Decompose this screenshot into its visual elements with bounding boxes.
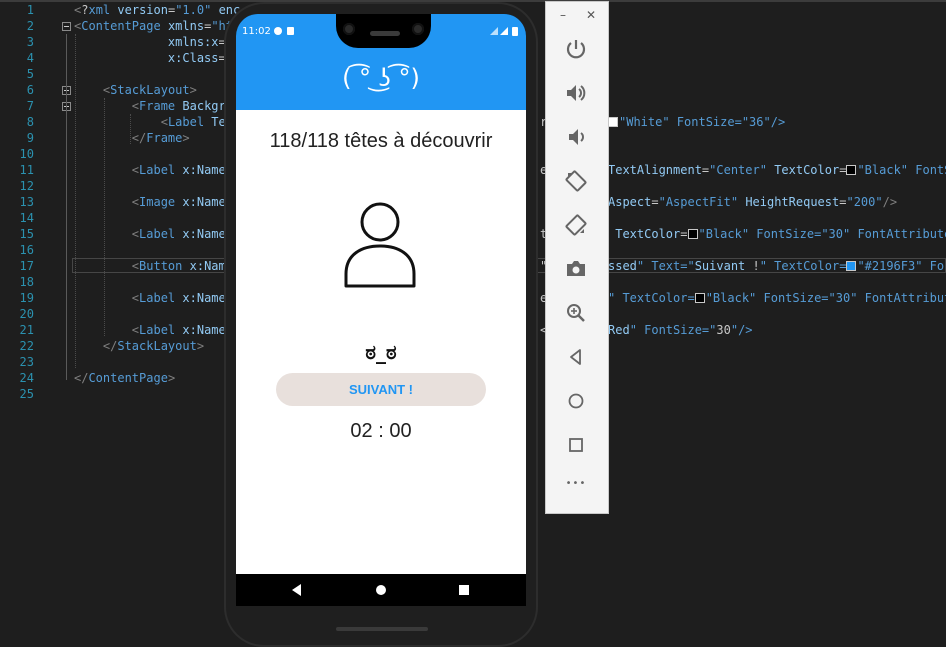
header-title: ( ͡° ͜ʖ ͡°) — [342, 64, 420, 92]
signal-battery-icons — [490, 27, 518, 36]
line-number: 5 — [26, 67, 34, 81]
close-icon[interactable]: ✕ — [586, 8, 596, 22]
back-icon[interactable] — [564, 345, 588, 369]
line-number: 18 — [19, 275, 34, 289]
color-swatch — [846, 165, 857, 175]
code-line: <Label x:Name= — [131, 227, 233, 241]
line-number: 11 — [19, 163, 34, 177]
overview-icon[interactable] — [564, 433, 588, 457]
line-number: 2 — [26, 19, 34, 33]
code-line: xmlns:x=" — [167, 35, 233, 49]
line-number: 10 — [19, 147, 34, 161]
line-number: 4 — [26, 51, 34, 65]
line-number: 13 — [19, 195, 34, 209]
emulator-toolbar: – ✕ ••• — [545, 1, 609, 514]
fold-toggle-icon[interactable] — [62, 22, 71, 31]
earpiece-speaker — [370, 31, 400, 36]
code-line: </ContentPage> — [74, 371, 176, 385]
emulator-screen[interactable]: 11:02 ( ͡° ͜ʖ ͡°) 118/118 têtes à découv… — [236, 14, 526, 606]
camera-notch — [336, 14, 431, 48]
navigation-bar — [236, 574, 526, 606]
line-number: 21 — [19, 323, 34, 337]
code-line: <Label x:Name= — [131, 323, 233, 337]
front-camera-icon — [343, 23, 355, 35]
back-icon[interactable] — [289, 582, 305, 598]
code-line: <Label x:Name= — [131, 291, 233, 305]
line-number: 14 — [19, 211, 34, 225]
code-line: <Label Tex — [160, 115, 233, 129]
code-line: x:Class=" — [167, 51, 233, 65]
line-number: 16 — [19, 243, 34, 257]
color-swatch — [687, 229, 698, 239]
line-number: 7 — [26, 99, 34, 113]
home-icon[interactable] — [564, 389, 588, 413]
code-fragment: TextAlignment="Center" TextColor= "Black"… — [608, 163, 946, 177]
line-number: 6 — [26, 83, 34, 97]
indent-guide — [130, 114, 131, 144]
home-icon[interactable] — [373, 582, 389, 598]
line-number: 22 — [19, 339, 34, 353]
code-fragment: Red" FontSize="30"/> — [608, 323, 753, 337]
line-number: 1 — [26, 3, 34, 17]
more-icon[interactable]: ••• — [564, 478, 588, 502]
code-line: <StackLayout> — [102, 83, 197, 97]
status-time: 11:02 — [242, 26, 271, 37]
code-line: <Frame Backgro — [131, 99, 233, 113]
indent-guide — [75, 34, 76, 368]
color-swatch — [608, 117, 618, 127]
volume-down-icon[interactable] — [564, 125, 588, 149]
phone-chin-speaker — [336, 627, 428, 631]
code-line: <Image x:Name= — [131, 195, 233, 209]
minimize-icon[interactable]: – — [560, 8, 566, 22]
line-number-gutter: 1 2 3 4 5 6 7 8 9 10 11 12 13 14 15 16 17 18 19 20 21 22 23 24 2… — [0, 0, 56, 647]
code-line: <Label x:Name= — [131, 163, 233, 177]
next-button[interactable]: SUIVANT ! — [276, 373, 486, 406]
code-line: <ContentPage xmlns="ht — [74, 19, 233, 33]
volume-up-icon[interactable] — [564, 81, 588, 105]
line-number: 23 — [19, 355, 34, 369]
code-line: </Frame> — [131, 131, 190, 145]
fold-line — [66, 114, 67, 140]
line-number: 20 — [19, 307, 34, 321]
app-header: ( ͡° ͜ʖ ͡°) — [236, 50, 526, 110]
person-avatar-icon — [344, 202, 416, 288]
page-content: 118/118 têtes à découvrir ಠ_ಠ SUIVANT ! … — [236, 110, 526, 574]
line-number: 15 — [19, 227, 34, 241]
line-number: 8 — [26, 115, 34, 129]
notification-icons — [274, 27, 294, 35]
code-line: <?xml version="1.0" enc — [74, 3, 241, 17]
code-fragment: TextColor= "Black" FontSize="30" FontAttr… — [615, 227, 946, 241]
front-camera-icon — [412, 23, 424, 35]
line-number: 19 — [19, 291, 34, 305]
zoom-icon[interactable] — [564, 301, 588, 325]
line-number: 3 — [26, 35, 34, 49]
line-number: 17 — [19, 259, 34, 273]
power-icon[interactable] — [564, 37, 588, 61]
line-number: 9 — [26, 131, 34, 145]
timer-label: 02 : 00 — [350, 420, 412, 442]
overview-icon[interactable] — [456, 582, 472, 598]
code-line: </StackLayout> — [102, 339, 205, 353]
indent-guide — [104, 98, 105, 336]
line-number: 12 — [19, 179, 34, 193]
code-fragment: Aspect="AspectFit" HeightRequest="200"/> — [608, 195, 898, 209]
rotate-left-icon[interactable] — [564, 169, 588, 193]
face-label: ಠ_ಠ — [365, 340, 397, 364]
camera-icon[interactable] — [564, 257, 588, 281]
code-fragment: "White" FontSize="36"/> — [608, 114, 785, 130]
rotate-right-icon[interactable] — [564, 213, 588, 237]
fold-line — [66, 34, 67, 380]
line-number: 25 — [19, 387, 34, 401]
line-number: 24 — [19, 371, 34, 385]
heads-counter-label: 118/118 têtes à découvrir — [269, 130, 493, 152]
code-fragment: " TextColor= "Black" FontSize="30" FontAt… — [608, 291, 946, 305]
color-swatch — [694, 293, 705, 303]
